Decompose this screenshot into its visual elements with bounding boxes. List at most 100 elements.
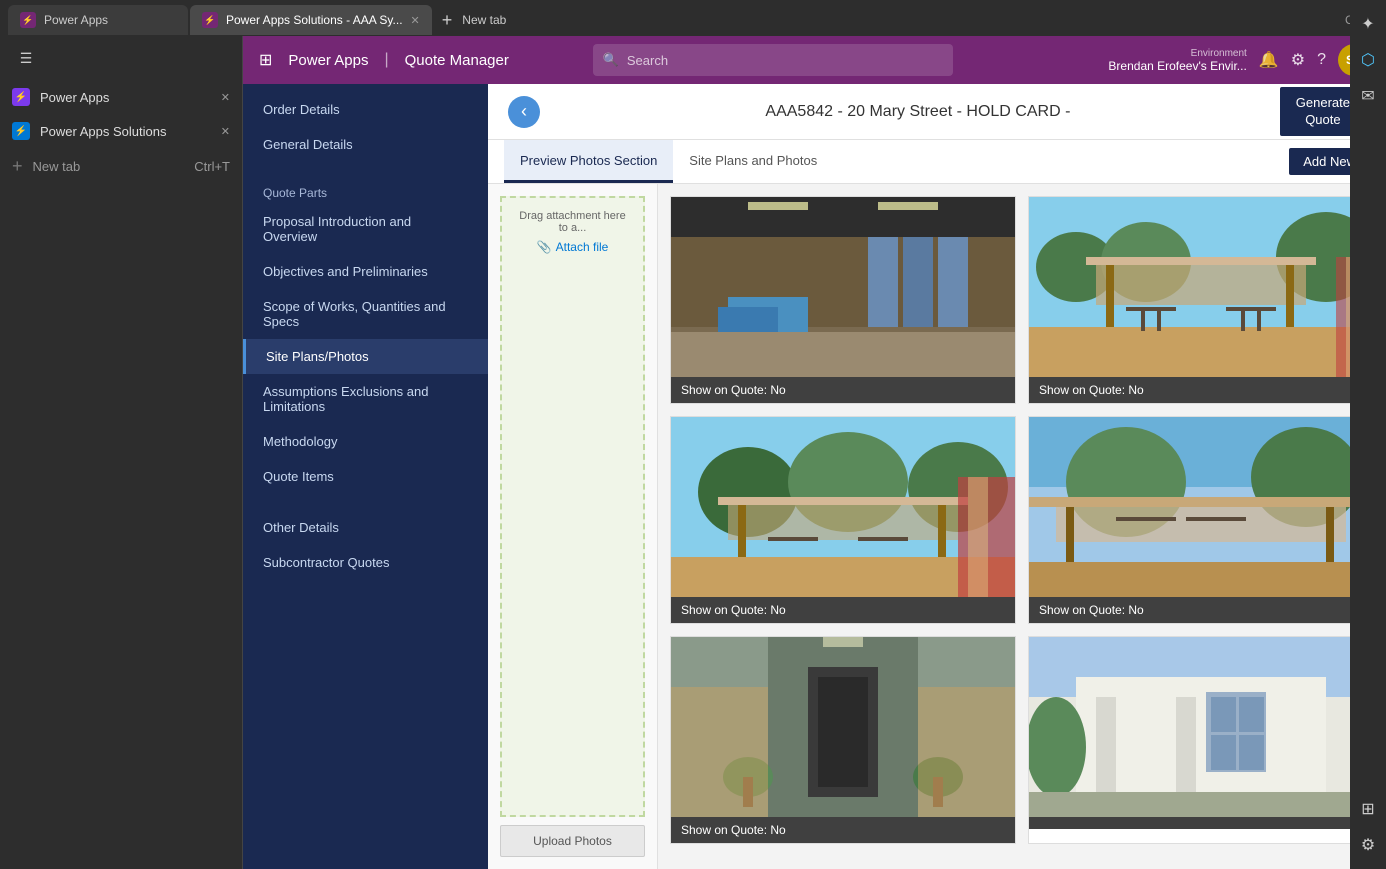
power-apps-icon: ⚡ [20, 12, 36, 28]
sidebar-item-pin: ✕ [221, 91, 230, 104]
tab-power-apps[interactable]: ⚡ Power Apps [8, 5, 188, 35]
edge-settings-icon[interactable]: ⚙ [1352, 829, 1384, 861]
nav-item-subcontractor[interactable]: Subcontractor Quotes [243, 545, 488, 580]
drag-drop-area[interactable]: Drag attachment here to a... 📎 Attach fi… [500, 196, 645, 817]
nav-label-methodology: Methodology [263, 434, 337, 449]
search-placeholder: Search [627, 53, 668, 68]
browser-tabs: ⚡ Power Apps ⚡ Power Apps Solutions - AA… [0, 0, 1386, 36]
edge-copilot-icon[interactable]: ✦ [1352, 36, 1384, 40]
paperclip-icon: 📎 [537, 240, 552, 254]
nav-label-subcontractor: Subcontractor Quotes [263, 555, 389, 570]
new-tab-button[interactable]: + [434, 10, 461, 31]
nav-item-proposal-intro[interactable]: Proposal Introduction and Overview [243, 204, 488, 254]
pa-main: ‹ AAA5842 - 20 Mary Street - HOLD CARD -… [488, 84, 1386, 869]
photos-scroll-container: Show on Quote: No [658, 184, 1386, 869]
nav-item-site-plans[interactable]: Site Plans/Photos [243, 339, 488, 374]
photo-image-4 [1029, 417, 1373, 597]
sidebar-solutions-pin: ✕ [221, 125, 230, 138]
edge-mail-icon[interactable]: ✉ [1352, 80, 1384, 112]
grid-icon[interactable]: ⊞ [259, 50, 272, 70]
sidebar-new-tab[interactable]: + New tab Ctrl+T [0, 148, 242, 185]
back-icon: ‹ [521, 101, 527, 122]
photo-card-6[interactable] [1028, 636, 1374, 844]
help-icon[interactable]: ? [1317, 51, 1326, 69]
photo-label-6 [1029, 817, 1373, 829]
nav-section-quote-parts: Quote Parts Proposal Introduction and Ov… [243, 170, 488, 502]
upload-photos-button[interactable]: Upload Photos [500, 825, 645, 857]
notification-icon[interactable]: 🔔 [1259, 50, 1279, 70]
tab-preview-photos-label: Preview Photos Section [520, 153, 657, 168]
new-tab-label: New tab [462, 13, 506, 27]
nav-label-site-plans: Site Plans/Photos [266, 349, 369, 364]
header-right: Environment Brendan Erofeev's Envir... 🔔… [1108, 44, 1370, 76]
power-apps-solutions-icon: ⚡ [202, 12, 218, 28]
tab-power-apps-solutions[interactable]: ⚡ Power Apps Solutions - AAA Sy... ✕ [190, 5, 432, 35]
photo-image-1 [671, 197, 1015, 377]
sidebar-item-power-apps[interactable]: ⚡ Power Apps ✕ [0, 80, 242, 114]
nav-label-proposal-intro: Proposal Introduction and Overview [263, 214, 468, 244]
tab-site-plans-label: Site Plans and Photos [689, 153, 817, 168]
pa-header: ⊞ Power Apps | Quote Manager 🔍 Search En… [243, 36, 1386, 84]
photo-label-5: Show on Quote: No [671, 817, 1015, 843]
add-icon: + [12, 156, 23, 177]
nav-item-general-details[interactable]: General Details [243, 127, 488, 162]
photo-label-2: Show on Quote: No [1029, 377, 1373, 403]
nav-label-assumptions: Assumptions Exclusions and Limitations [263, 384, 468, 414]
nav-section-other: Other Details Subcontractor Quotes [243, 502, 488, 588]
sidebar-solutions-label: Power Apps Solutions [40, 124, 166, 139]
pa-content: Order Details General Details Quote Part… [243, 84, 1386, 869]
tab-preview-photos[interactable]: Preview Photos Section [504, 140, 673, 183]
attach-file-link[interactable]: 📎 Attach file [537, 240, 609, 254]
attach-panel: Drag attachment here to a... 📎 Attach fi… [488, 184, 658, 869]
nav-item-order-details[interactable]: Order Details [243, 92, 488, 127]
edge-sidebar-icon[interactable]: ⬡ [1352, 44, 1384, 76]
nav-section-quote-parts-label: Quote Parts [243, 178, 488, 204]
nav-item-objectives[interactable]: Objectives and Preliminaries [243, 254, 488, 289]
tab-solutions-label: Power Apps Solutions - AAA Sy... [226, 13, 403, 27]
nav-section-1: Order Details General Details [243, 84, 488, 170]
sidebar-toggle[interactable]: ☰ [12, 44, 40, 72]
back-button[interactable]: ‹ [508, 96, 540, 128]
search-bar[interactable]: 🔍 Search [593, 44, 953, 76]
photo-label-3: Show on Quote: No [671, 597, 1015, 623]
new-tab-sidebar-shortcut: Ctrl+T [194, 159, 230, 174]
settings-icon[interactable]: ⚙ [1291, 50, 1305, 70]
page-title: AAA5842 - 20 Mary Street - HOLD CARD - [556, 103, 1280, 121]
sidebar-power-apps-label: Power Apps [40, 90, 109, 105]
nav-label-other-details: Other Details [263, 520, 339, 535]
photo-label-1: Show on Quote: No [671, 377, 1015, 403]
pa-topbar: ‹ AAA5842 - 20 Mary Street - HOLD CARD -… [488, 84, 1386, 140]
photo-card-2[interactable]: Show on Quote: No [1028, 196, 1374, 404]
nav-item-assumptions[interactable]: Assumptions Exclusions and Limitations [243, 374, 488, 424]
sidebar-item-solutions[interactable]: ⚡ Power Apps Solutions ✕ [0, 114, 242, 148]
pa-photos-layout: Drag attachment here to a... 📎 Attach fi… [488, 184, 1386, 869]
search-icon: 🔍 [603, 52, 619, 68]
photo-card-4[interactable]: Show on Quote: No [1028, 416, 1374, 624]
env-label: Environment [1191, 48, 1247, 59]
photo-image-5 [671, 637, 1015, 817]
nav-item-scope[interactable]: Scope of Works, Quantities and Specs [243, 289, 488, 339]
nav-item-other-details[interactable]: Other Details [243, 510, 488, 545]
attach-link-label: Attach file [556, 240, 609, 254]
browser-edge-icons: ✦ ⬡ ✉ ⊞ ⚙ [1350, 36, 1386, 869]
sidebar-header: ☰ [0, 36, 242, 80]
pa-nav: Order Details General Details Quote Part… [243, 84, 488, 869]
environment-info: Environment Brendan Erofeev's Envir... [1108, 48, 1246, 73]
nav-label-objectives: Objectives and Preliminaries [263, 264, 428, 279]
pa-tabs: Preview Photos Section Site Plans and Ph… [488, 140, 1386, 184]
photo-card-5[interactable]: Show on Quote: No [670, 636, 1016, 844]
photo-card-3[interactable]: Show on Quote: No [670, 416, 1016, 624]
new-tab-sidebar-label: New tab [33, 159, 81, 174]
nav-item-quote-items[interactable]: Quote Items [243, 459, 488, 494]
header-separator: | [384, 51, 388, 69]
nav-item-methodology[interactable]: Methodology [243, 424, 488, 459]
env-name: Brendan Erofeev's Envir... [1108, 59, 1246, 73]
photo-image-6 [1029, 637, 1373, 817]
nav-label-scope: Scope of Works, Quantities and Specs [263, 299, 468, 329]
photo-card-1[interactable]: Show on Quote: No [670, 196, 1016, 404]
edge-expand-icon[interactable]: ⊞ [1352, 793, 1384, 825]
tab-site-plans-photos[interactable]: Site Plans and Photos [673, 140, 833, 183]
tab-label: Power Apps [44, 13, 108, 27]
tab-close-icon[interactable]: ✕ [411, 14, 420, 27]
app-title: Power Apps [288, 52, 368, 69]
